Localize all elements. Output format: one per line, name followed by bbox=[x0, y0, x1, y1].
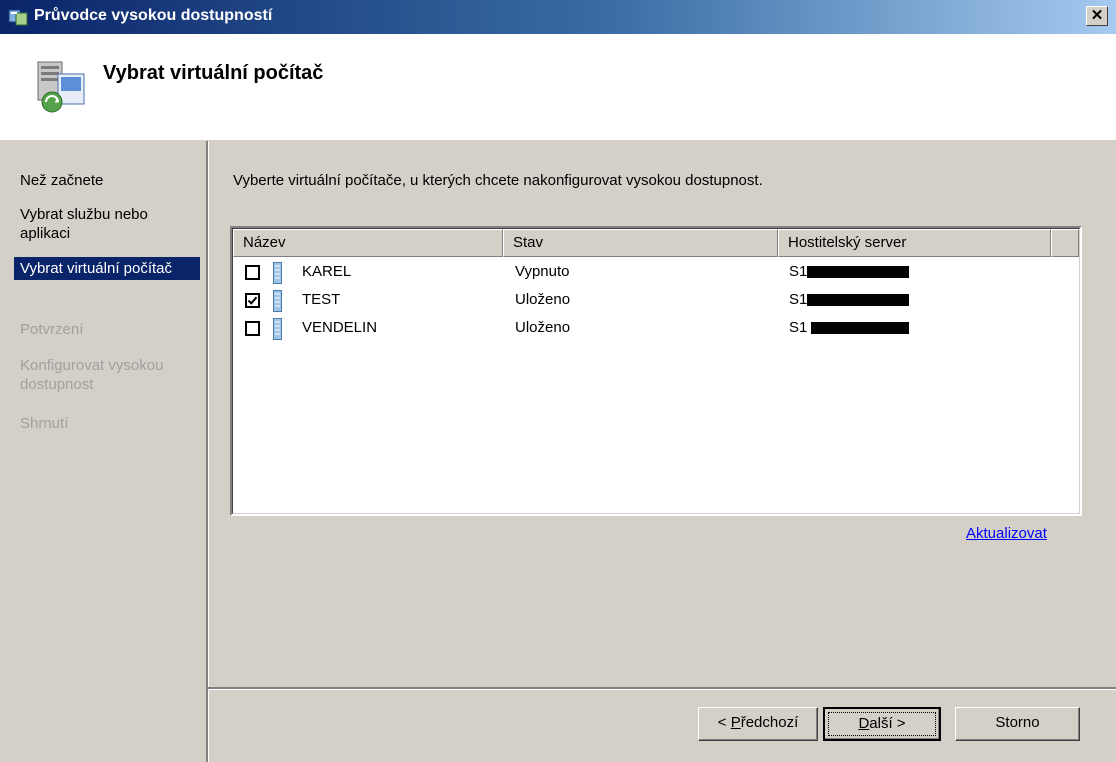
table-row[interactable]: TEST Uloženo S1 bbox=[233, 287, 1079, 315]
step-select-service[interactable]: Vybrat službu nebo aplikaci bbox=[20, 205, 200, 243]
step-summary: Shrnutí bbox=[20, 415, 69, 432]
back-button-label: ředchozí bbox=[740, 714, 799, 731]
table-row[interactable]: KAREL Vypnuto S1 bbox=[233, 259, 1079, 287]
step-confirmation: Potvrzení bbox=[20, 321, 84, 338]
page-title: Vybrat virtuální počítač bbox=[103, 62, 324, 84]
next-button-label: alší > bbox=[869, 715, 906, 732]
redaction-bar bbox=[811, 322, 909, 334]
title-bar[interactable]: Průvodce vysokou dostupností ✕ bbox=[0, 0, 1116, 34]
header-divider bbox=[0, 138, 1116, 140]
close-icon: ✕ bbox=[1090, 7, 1104, 24]
vm-name: TEST bbox=[302, 291, 341, 308]
wizard-steps-sidebar: Než začnete Vybrat službu nebo aplikaci … bbox=[0, 141, 206, 762]
column-header-filler bbox=[1051, 229, 1079, 257]
refresh-link[interactable]: Aktualizovat bbox=[966, 525, 1047, 542]
vm-status: Vypnuto bbox=[515, 263, 570, 280]
virtual-machine-icon bbox=[37, 61, 85, 113]
vm-name: KAREL bbox=[302, 263, 352, 280]
footer-divider bbox=[208, 687, 1116, 690]
cluster-wizard-icon bbox=[8, 9, 28, 26]
vm-host: S1 bbox=[789, 291, 808, 308]
wizard-window: Průvodce vysokou dostupností ✕ Vybrat vi… bbox=[0, 0, 1116, 762]
cancel-button-label: Storno bbox=[995, 714, 1040, 731]
vm-host: S1 bbox=[789, 319, 808, 336]
vm-list[interactable]: Název Stav Hostitelský server KAREL Vypn… bbox=[230, 226, 1082, 516]
next-button[interactable]: Další > bbox=[823, 707, 941, 741]
column-header-status[interactable]: Stav bbox=[503, 229, 778, 257]
step-configure-ha: Konfigurovat vysokou dostupnost bbox=[20, 357, 164, 393]
column-header-name[interactable]: Název bbox=[233, 229, 503, 257]
step-select-vm[interactable]: Vybrat virtuální počítač bbox=[14, 257, 200, 280]
vm-status: Uloženo bbox=[515, 319, 571, 336]
vm-name: VENDELIN bbox=[302, 319, 378, 336]
wizard-header: Vybrat virtuální počítač bbox=[0, 34, 1116, 139]
back-button-mnemonic: P bbox=[730, 714, 741, 731]
column-header-host[interactable]: Hostitelský server bbox=[778, 229, 1051, 257]
back-button[interactable]: < Předchozí bbox=[698, 707, 818, 741]
step-before-you-begin[interactable]: Než začnete bbox=[20, 171, 200, 190]
vm-host: S1 bbox=[789, 263, 808, 280]
instruction-text: Vyberte virtuální počítače, u kterých ch… bbox=[233, 172, 763, 189]
vm-icon bbox=[273, 318, 282, 340]
vm-icon bbox=[273, 290, 282, 312]
table-row[interactable]: VENDELIN Uloženo S1 bbox=[233, 315, 1079, 343]
row-checkbox[interactable] bbox=[245, 321, 260, 336]
redaction-bar bbox=[807, 294, 909, 306]
vm-status: Uloženo bbox=[515, 291, 571, 308]
row-checkbox[interactable] bbox=[245, 265, 260, 280]
checkmark-icon bbox=[247, 296, 258, 305]
sidebar-divider bbox=[206, 141, 209, 762]
back-button-prefix: < bbox=[717, 714, 731, 731]
vm-icon bbox=[273, 262, 282, 284]
next-button-mnemonic: D bbox=[858, 715, 870, 732]
cancel-button[interactable]: Storno bbox=[955, 707, 1080, 741]
close-button[interactable]: ✕ bbox=[1086, 6, 1108, 26]
row-checkbox-checked[interactable] bbox=[245, 293, 260, 308]
redaction-bar bbox=[807, 266, 909, 278]
window-title: Průvodce vysokou dostupností bbox=[34, 7, 273, 24]
